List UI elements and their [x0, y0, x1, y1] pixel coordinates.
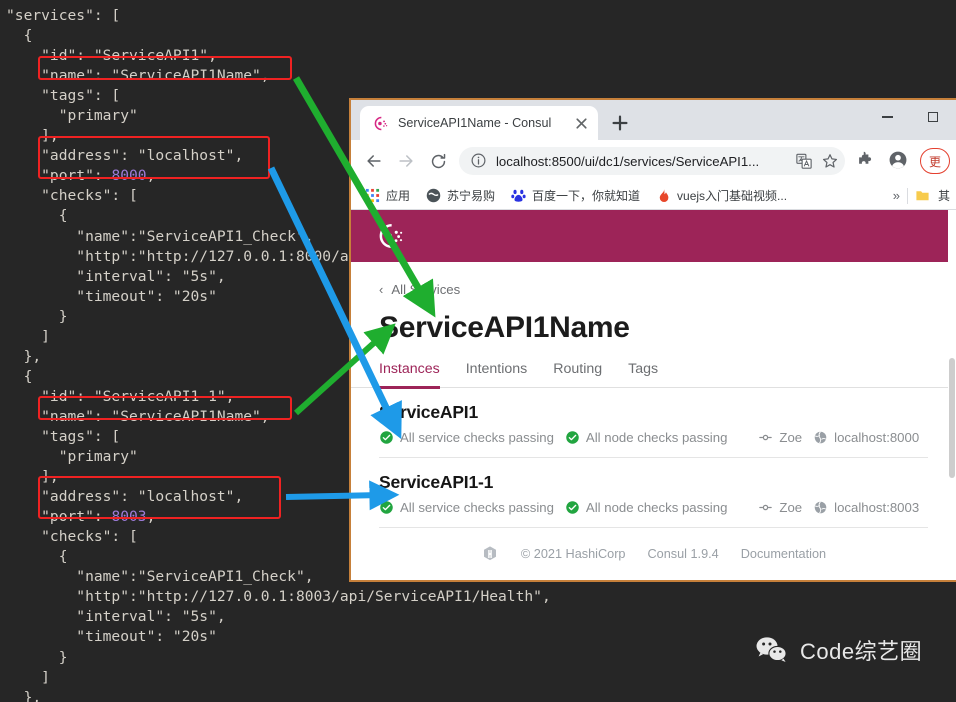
wechat-watermark: Code综艺圈	[755, 634, 922, 666]
annotation-arrows	[267, 76, 436, 511]
arrow-blue-port1-to-instance1	[267, 166, 402, 440]
watermark-text: Code综艺圈	[800, 639, 923, 664]
arrow-blue-port2-to-instance2	[285, 480, 400, 511]
wechat-icon	[755, 636, 789, 664]
screenshot-root: "services": [ { "id": "ServiceAPI1", "na…	[0, 0, 956, 702]
arrow-green-name1-to-title	[292, 76, 436, 318]
